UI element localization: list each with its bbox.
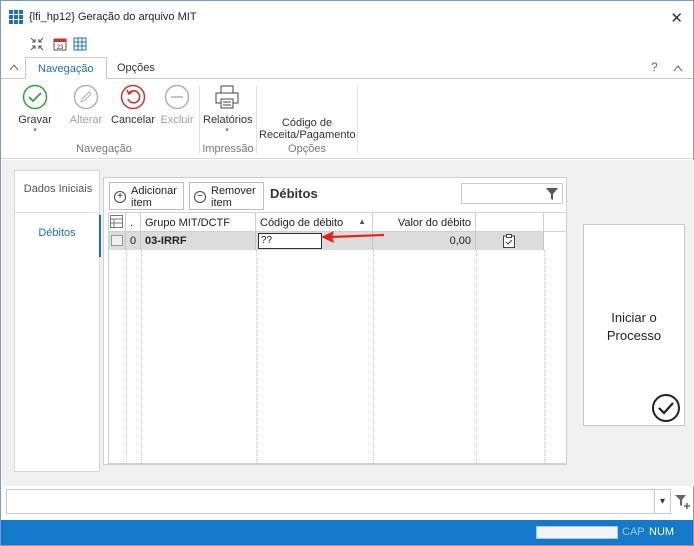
relatorios-label: Relatórios [203,114,253,126]
adicionar-item-label: Adicionar item [131,185,177,209]
section-title: Débitos [270,186,318,201]
row-selector[interactable] [109,232,126,250]
cancelar-button[interactable]: Cancelar [111,84,155,126]
chevron-down-icon: ▾ [33,127,37,134]
chevron-down-icon: ▾ [225,127,229,134]
grid-divider [256,250,257,464]
excluir-button[interactable]: Excluir [159,84,195,126]
grid-divider [373,250,374,464]
codigo-input[interactable]: ?? [258,233,322,249]
codigo-receita-button[interactable]: Código de Receita/Pagamento [259,117,356,141]
ribbon-separator [357,85,358,155]
gravar-label: Gravar [18,114,52,126]
help-icon[interactable]: ? [651,60,658,74]
group-label-opcoes: Opções [288,143,326,155]
chevron-up-icon[interactable] [673,64,683,72]
window-title: {lfi_hp12} Geração do arquivo MIT [29,11,197,23]
gravar-button[interactable]: Gravar ▾ [13,84,57,134]
bottom-combo[interactable]: ▾ [6,489,671,514]
cell-action[interactable] [476,232,544,250]
excluir-label: Excluir [160,114,194,126]
cap-indicator: CAP [622,526,645,538]
grid-config-icon [110,215,123,228]
debitos-grid: . Grupo MIT/DCTF Código de débito ▲ Valo… [108,212,567,464]
save-check-icon [22,84,48,110]
cell-valor[interactable]: 0,00 [373,232,476,250]
ribbon-separator [256,85,257,155]
main-window: {lfi_hp12} Geração do arquivo MIT ✕ 23 N… [0,0,694,546]
printer-icon [215,85,239,109]
app-grid-icon [9,10,23,24]
red-arrow-annotation [321,231,385,243]
title-bar: {lfi_hp12} Geração do arquivo MIT ✕ [1,1,693,33]
status-bar: CAP NUM [1,520,693,545]
sort-asc-icon: ▲ [358,217,366,226]
remover-item-button[interactable]: − Remover item [189,182,264,210]
iniciar-processo-button[interactable]: Iniciar o Processo [583,224,685,426]
tab-navegacao[interactable]: Navegação [25,57,107,80]
num-indicator: NUM [649,526,675,538]
ribbon-separator [199,85,200,155]
row-edit-icon [111,235,123,246]
undo-icon [120,84,146,110]
grid-header-grupo[interactable]: Grupo MIT/DCTF [141,213,256,232]
alterar-label: Alterar [69,114,103,126]
content-area: Dados Iniciais Débitos + Adicionar item … [2,160,694,486]
plus-icon: + [114,191,126,203]
compress-icon[interactable] [30,37,44,51]
nav-debitos[interactable]: Débitos [15,215,101,257]
cancelar-label: Cancelar [111,114,156,126]
grid-divider [544,250,545,464]
tab-opcoes[interactable]: Opções [105,57,167,80]
grid-header-extra [544,213,566,232]
cell-grupo[interactable]: 03-IRRF [141,232,256,250]
chevron-down-icon[interactable]: ▾ [654,490,670,513]
minus-icon: − [194,191,206,203]
grid-icon[interactable] [73,37,87,51]
pencil-icon [73,84,99,110]
calendar-icon[interactable]: 23 [53,37,67,51]
grid-header-valor[interactable]: Valor do débito [373,213,476,232]
grid-divider [141,250,142,464]
filter-icon[interactable] [546,187,558,201]
cell-index: 0 [126,232,141,250]
grid-header-dot[interactable]: . [126,213,141,232]
progress-bar [536,526,618,539]
ribbon-tab-row: Navegação Opções ? [1,57,693,80]
relatorios-button[interactable]: Relatórios ▾ [203,84,253,134]
iniciar-processo-label: Iniciar o Processo [606,310,662,343]
group-label-navegacao: Navegação [76,143,132,155]
check-circle-icon [652,394,680,422]
remover-item-label: Remover item [211,185,256,209]
adicionar-item-button[interactable]: + Adicionar item [109,182,184,210]
alterar-button[interactable]: Alterar [65,84,107,126]
nav-dados-iniciais[interactable]: Dados Iniciais [15,171,101,213]
ribbon: Gravar ▾ Alterar Cancelar Excluir Navega… [1,79,693,159]
cell-extra [544,232,566,250]
filter-input[interactable] [461,183,563,204]
grid-divider [126,250,127,464]
grid-header-action [476,213,544,232]
debitos-panel: + Adicionar item − Remover item Débitos [103,177,567,465]
grid-settings-header[interactable] [109,213,126,232]
minus-circle-icon [164,84,190,110]
filter-add-icon[interactable] [675,494,691,510]
quick-toolbar: 23 [1,33,693,55]
side-navigation: Dados Iniciais Débitos [14,170,101,472]
close-icon[interactable]: ✕ [670,9,683,27]
collapse-ribbon-icon[interactable] [9,63,19,71]
clipboard-check-icon[interactable] [502,234,516,248]
group-label-impressao: Impressão [202,143,254,155]
svg-text:23: 23 [57,45,64,51]
grid-divider [476,250,477,464]
